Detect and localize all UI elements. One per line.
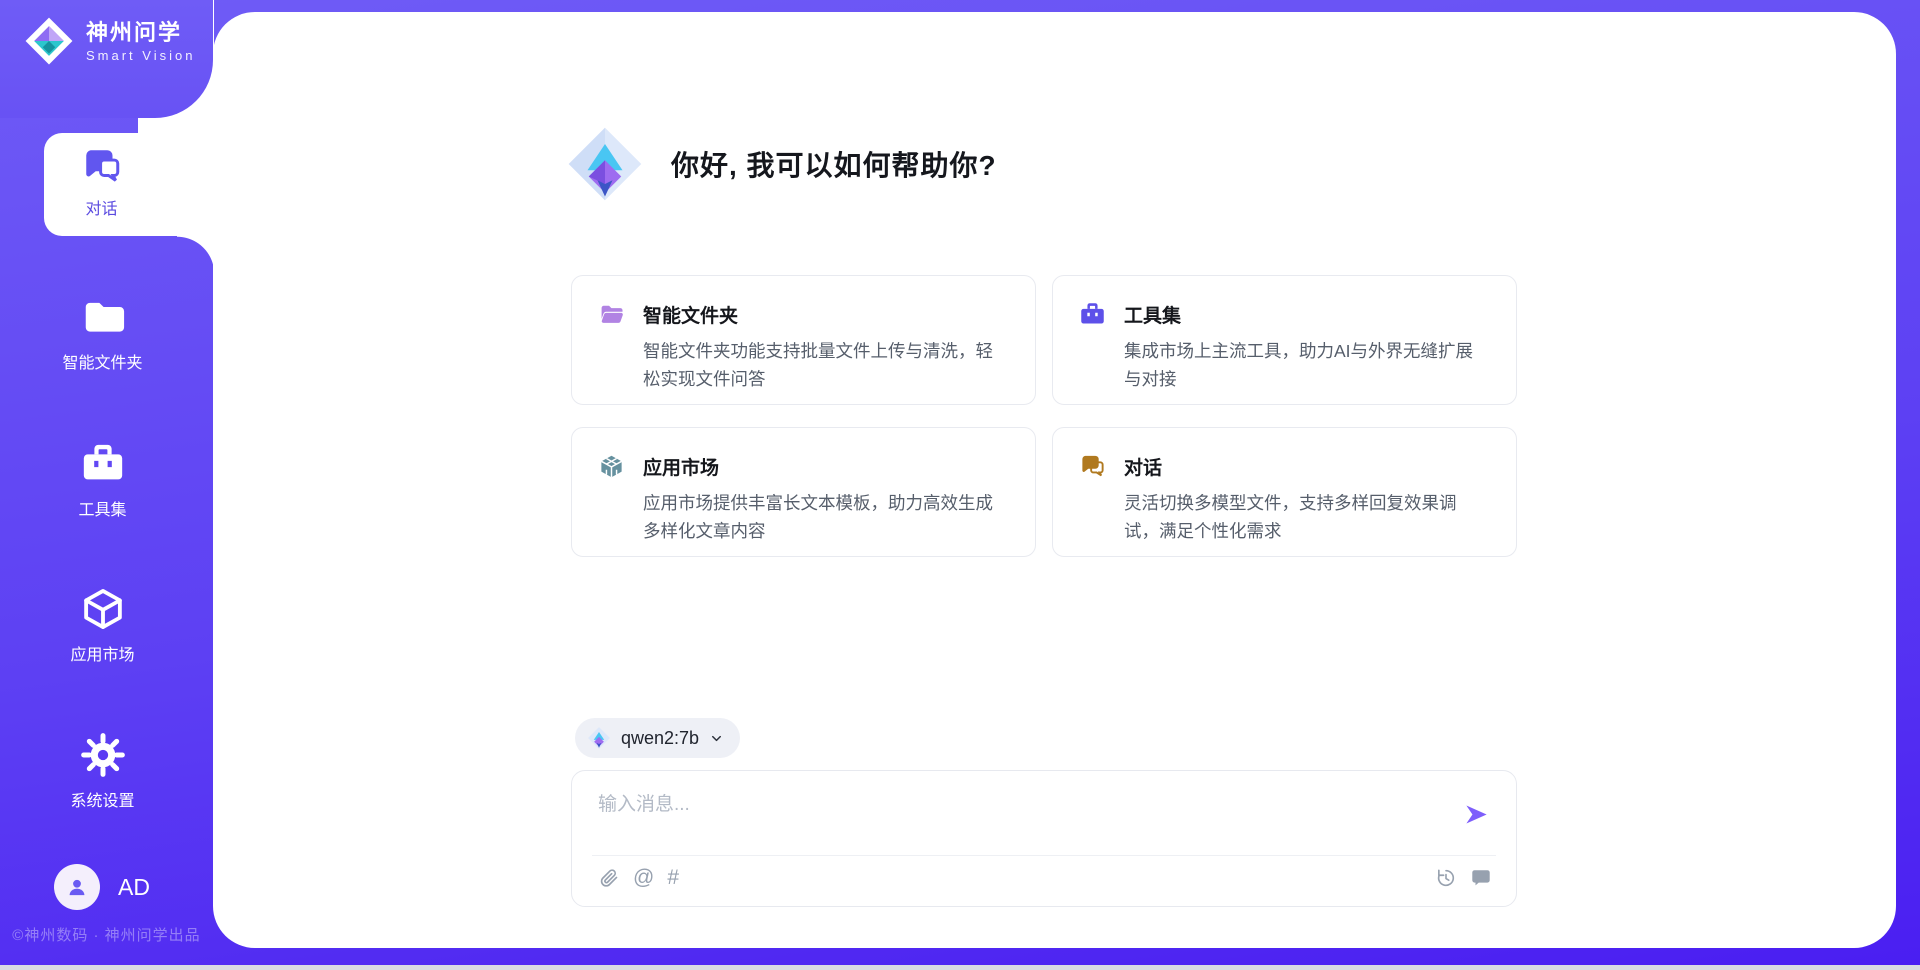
chat-icon bbox=[1079, 453, 1106, 480]
message-input[interactable] bbox=[598, 789, 1438, 845]
briefcase-icon bbox=[80, 441, 126, 487]
folder-icon bbox=[80, 294, 126, 340]
card-description: 应用市场提供丰富长文本模板，助力高效生成多样化文章内容 bbox=[643, 489, 1009, 545]
at-icon[interactable]: @ bbox=[633, 867, 654, 889]
paperclip-icon[interactable] bbox=[598, 867, 620, 889]
card-chat[interactable]: 对话 灵活切换多模型文件，支持多样回复效果调试，满足个性化需求 bbox=[1052, 427, 1517, 557]
cube-icon bbox=[80, 586, 126, 632]
card-title: 智能文件夹 bbox=[643, 301, 738, 328]
card-smart-folder[interactable]: 智能文件夹 智能文件夹功能支持批量文件上传与清洗，轻松实现文件问答 bbox=[571, 275, 1036, 405]
sidebar-item-toolset[interactable]: 工具集 bbox=[0, 441, 205, 520]
model-logo bbox=[587, 726, 611, 750]
history-icon[interactable] bbox=[1435, 867, 1457, 889]
main-panel: 你好, 我可以如何帮助你? 智能文件夹 智能文件夹功能支持批量文件上传与清洗，轻… bbox=[213, 12, 1896, 948]
user-profile[interactable]: AD bbox=[54, 864, 150, 910]
grid-cube-icon bbox=[598, 453, 625, 480]
chevron-down-icon bbox=[709, 731, 724, 746]
open-folder-icon bbox=[598, 301, 625, 328]
gear-icon bbox=[80, 732, 126, 778]
tab-curve bbox=[177, 236, 215, 274]
bottom-edge bbox=[0, 965, 1920, 970]
sidebar-item-label: 对话 bbox=[44, 195, 159, 219]
brand-title: 神州问学 bbox=[86, 20, 195, 46]
avatar bbox=[54, 864, 100, 910]
brand-header: 神州问学 Smart Vision bbox=[0, 0, 213, 118]
card-description: 集成市场上主流工具，助力AI与外界无缝扩展与对接 bbox=[1124, 337, 1490, 393]
brand-subtitle: Smart Vision bbox=[86, 48, 195, 63]
card-app-market[interactable]: 应用市场 应用市场提供丰富长文本模板，助力高效生成多样化文章内容 bbox=[571, 427, 1036, 557]
greeting-title: 你好, 我可以如何帮助你? bbox=[671, 144, 997, 184]
card-title: 工具集 bbox=[1124, 301, 1181, 328]
assistant-logo bbox=[565, 124, 645, 204]
person-icon bbox=[64, 874, 90, 900]
card-title: 应用市场 bbox=[643, 453, 719, 480]
bubble-icon[interactable] bbox=[1470, 867, 1492, 889]
brand-logo bbox=[24, 16, 74, 66]
send-icon[interactable] bbox=[1463, 801, 1490, 828]
sidebar-item-settings[interactable]: 系统设置 bbox=[0, 732, 205, 811]
card-description: 智能文件夹功能支持批量文件上传与清洗，轻松实现文件问答 bbox=[643, 337, 1009, 393]
sidebar-item-label: 智能文件夹 bbox=[0, 349, 205, 373]
greeting-row: 你好, 我可以如何帮助你? bbox=[565, 124, 997, 204]
sidebar-item-app-market[interactable]: 应用市场 bbox=[0, 586, 205, 665]
sidebar-item-label: 工具集 bbox=[0, 496, 205, 520]
composer-divider bbox=[592, 855, 1496, 856]
copyright-text: ©神州数码 · 神州问学出品 bbox=[0, 924, 213, 945]
user-name: AD bbox=[118, 874, 150, 901]
sidebar-item-smart-folder[interactable]: 智能文件夹 bbox=[0, 294, 205, 373]
model-selector[interactable]: qwen2:7b bbox=[575, 718, 740, 758]
message-composer: @ # bbox=[571, 770, 1517, 907]
feature-cards: 智能文件夹 智能文件夹功能支持批量文件上传与清洗，轻松实现文件问答 工具集 集成… bbox=[571, 275, 1517, 557]
chat-icon bbox=[81, 145, 123, 187]
sidebar-item-chat-active[interactable]: 对话 bbox=[44, 133, 213, 236]
hash-icon[interactable]: # bbox=[667, 867, 679, 889]
card-description: 灵活切换多模型文件，支持多样回复效果调试，满足个性化需求 bbox=[1124, 489, 1490, 545]
briefcase-icon bbox=[1079, 301, 1106, 328]
model-label: qwen2:7b bbox=[621, 728, 699, 749]
sidebar-item-label: 系统设置 bbox=[0, 787, 205, 811]
card-toolset[interactable]: 工具集 集成市场上主流工具，助力AI与外界无缝扩展与对接 bbox=[1052, 275, 1517, 405]
card-title: 对话 bbox=[1124, 453, 1162, 480]
sidebar-item-label: 应用市场 bbox=[0, 641, 205, 665]
